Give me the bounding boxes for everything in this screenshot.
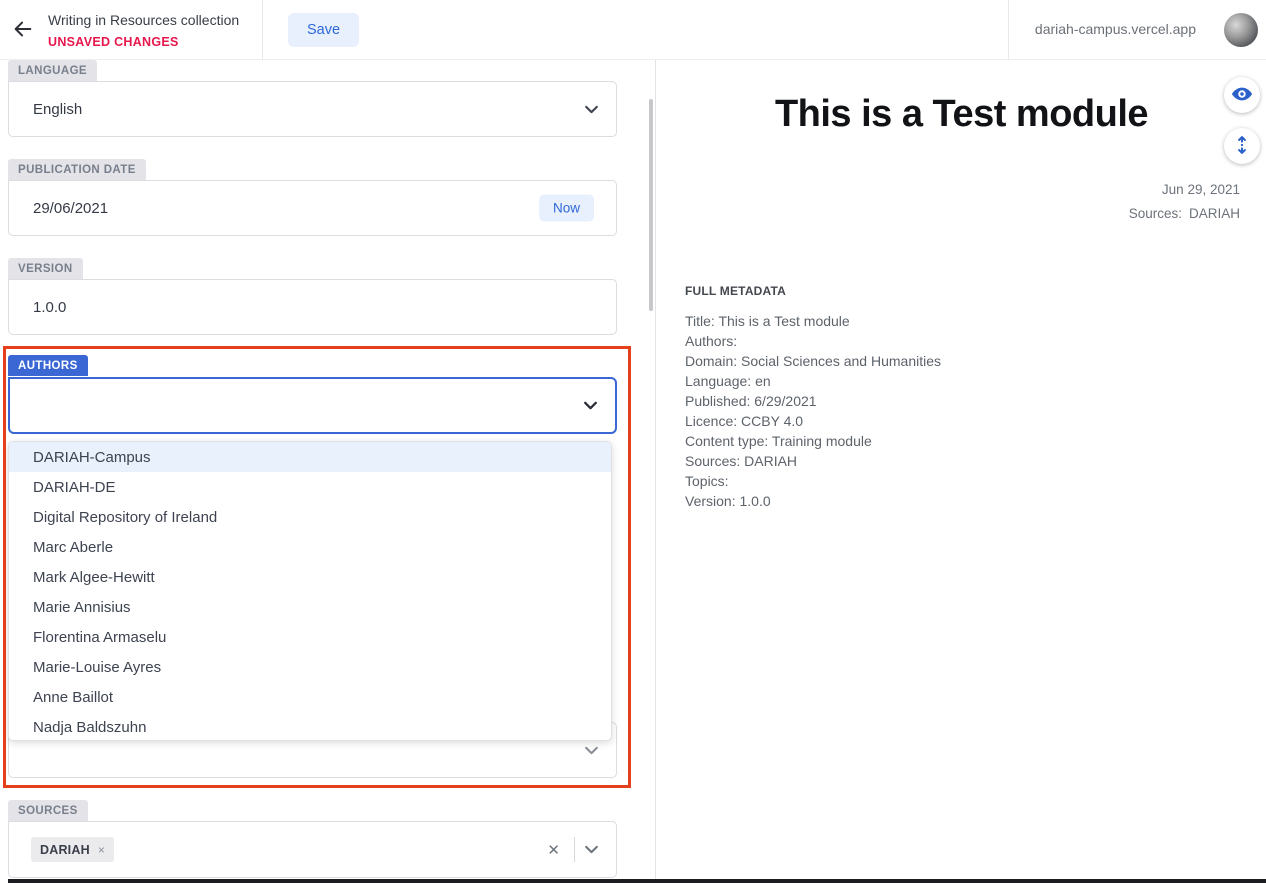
- preview-date: Jun 29, 2021: [1129, 178, 1240, 202]
- metadata-line: Licence: CCBY 4.0: [685, 411, 941, 431]
- control-divider: [574, 837, 575, 862]
- publication-date-field-label: PUBLICATION DATE: [8, 159, 146, 180]
- back-arrow-icon: [12, 18, 34, 45]
- authors-option[interactable]: DARIAH-Campus: [9, 442, 611, 472]
- authors-option-label: Anne Baillot: [33, 689, 113, 706]
- authors-options-dropdown: DARIAH-Campus DARIAH-DE Digital Reposito…: [8, 441, 612, 741]
- unsaved-changes-badge: UNSAVED CHANGES: [48, 35, 179, 49]
- app-window: Writing in Resources collection UNSAVED …: [0, 0, 1266, 883]
- metadata-line: Sources: DARIAH: [685, 451, 941, 471]
- source-tag-label: DARIAH: [40, 843, 90, 857]
- authors-option[interactable]: Nadja Baldszuhn: [9, 712, 611, 741]
- preview-sources-value: DARIAH: [1189, 206, 1240, 221]
- authors-field-label: AUTHORS: [8, 355, 88, 376]
- authors-option-label: Marc Aberle: [33, 539, 113, 556]
- publication-date-input[interactable]: 29/06/2021 Now: [8, 180, 617, 236]
- editor-form-panel: LANGUAGE English PUBLICATION DATE 29/06/…: [0, 60, 656, 883]
- chevron-down-icon[interactable]: [583, 742, 600, 759]
- authors-option[interactable]: Digital Repository of Ireland: [9, 502, 611, 532]
- now-button[interactable]: Now: [539, 195, 594, 222]
- authors-option[interactable]: Marc Aberle: [9, 532, 611, 562]
- clear-all-icon[interactable]: ✕: [541, 841, 566, 859]
- authors-option[interactable]: Florentina Armaselu: [9, 622, 611, 652]
- authors-option-label: DARIAH-Campus: [33, 449, 151, 466]
- metadata-line: Published: 6/29/2021: [685, 391, 941, 411]
- preview-sources-label: Sources:: [1129, 206, 1182, 221]
- version-field-label: VERSION: [8, 258, 83, 279]
- source-tag-chip[interactable]: DARIAH ×: [31, 837, 114, 862]
- chevron-down-icon[interactable]: [583, 101, 600, 118]
- preview-meta-right: Jun 29, 2021 Sources: DARIAH: [1129, 178, 1240, 226]
- chevron-down-icon[interactable]: [582, 397, 599, 414]
- language-select[interactable]: English: [8, 81, 617, 137]
- site-link[interactable]: dariah-campus.vercel.app: [1035, 21, 1196, 37]
- full-metadata-block: FULL METADATA Title: This is a Test modu…: [685, 284, 941, 511]
- dropdown-scrollbar[interactable]: [649, 99, 653, 311]
- eye-icon: [1231, 83, 1253, 108]
- sources-select[interactable]: DARIAH × ✕: [8, 821, 617, 878]
- scroll-sync-button[interactable]: [1224, 128, 1260, 164]
- sources-field-label: SOURCES: [8, 800, 88, 821]
- toggle-preview-button[interactable]: [1224, 77, 1260, 113]
- back-button[interactable]: [10, 18, 36, 44]
- metadata-line: Topics:: [685, 471, 941, 491]
- authors-option[interactable]: DARIAH-DE: [9, 472, 611, 502]
- authors-option-label: Mark Algee-Hewitt: [33, 569, 155, 586]
- remove-tag-icon[interactable]: ×: [98, 843, 105, 857]
- preview-sources-line: Sources: DARIAH: [1129, 202, 1240, 226]
- authors-option[interactable]: Mark Algee-Hewitt: [9, 562, 611, 592]
- authors-option-label: Marie-Louise Ayres: [33, 659, 161, 676]
- top-bar: Writing in Resources collection UNSAVED …: [0, 0, 1266, 60]
- metadata-lines: Title: This is a Test module Authors: Do…: [685, 311, 941, 511]
- authors-option[interactable]: Marie-Louise Ayres: [9, 652, 611, 682]
- bottom-divider-bar: [8, 879, 1266, 883]
- version-value: 1.0.0: [33, 299, 66, 316]
- authors-option-label: Nadja Baldszuhn: [33, 719, 146, 736]
- header-divider: [1008, 0, 1009, 60]
- metadata-line: Domain: Social Sciences and Humanities: [685, 351, 941, 371]
- chevron-down-icon[interactable]: [583, 841, 600, 858]
- version-input[interactable]: 1.0.0: [8, 279, 617, 335]
- authors-option-label: DARIAH-DE: [33, 479, 116, 496]
- metadata-line: Authors:: [685, 331, 941, 351]
- metadata-line: Content type: Training module: [685, 431, 941, 451]
- up-down-arrows-icon: [1232, 135, 1252, 158]
- preview-title: This is a Test module: [657, 93, 1266, 136]
- header-divider: [262, 0, 263, 60]
- authors-option-label: Marie Annisius: [33, 599, 131, 616]
- authors-option-label: Digital Repository of Ireland: [33, 509, 217, 526]
- authors-select[interactable]: [8, 377, 617, 434]
- publication-date-value: 29/06/2021: [33, 200, 108, 217]
- language-field-label: LANGUAGE: [8, 60, 97, 81]
- preview-panel: This is a Test module Jun 29, 2021 Sourc…: [657, 60, 1266, 883]
- metadata-line: Language: en: [685, 371, 941, 391]
- metadata-line: Title: This is a Test module: [685, 311, 941, 331]
- language-value: English: [33, 101, 82, 118]
- metadata-line: Version: 1.0.0: [685, 491, 941, 511]
- authors-option-label: Florentina Armaselu: [33, 629, 166, 646]
- save-button[interactable]: Save: [288, 13, 359, 47]
- authors-option[interactable]: Anne Baillot: [9, 682, 611, 712]
- avatar[interactable]: [1224, 13, 1258, 47]
- full-metadata-heading: FULL METADATA: [685, 284, 941, 298]
- authors-option[interactable]: Marie Annisius: [9, 592, 611, 622]
- breadcrumb[interactable]: Writing in Resources collection: [48, 12, 239, 28]
